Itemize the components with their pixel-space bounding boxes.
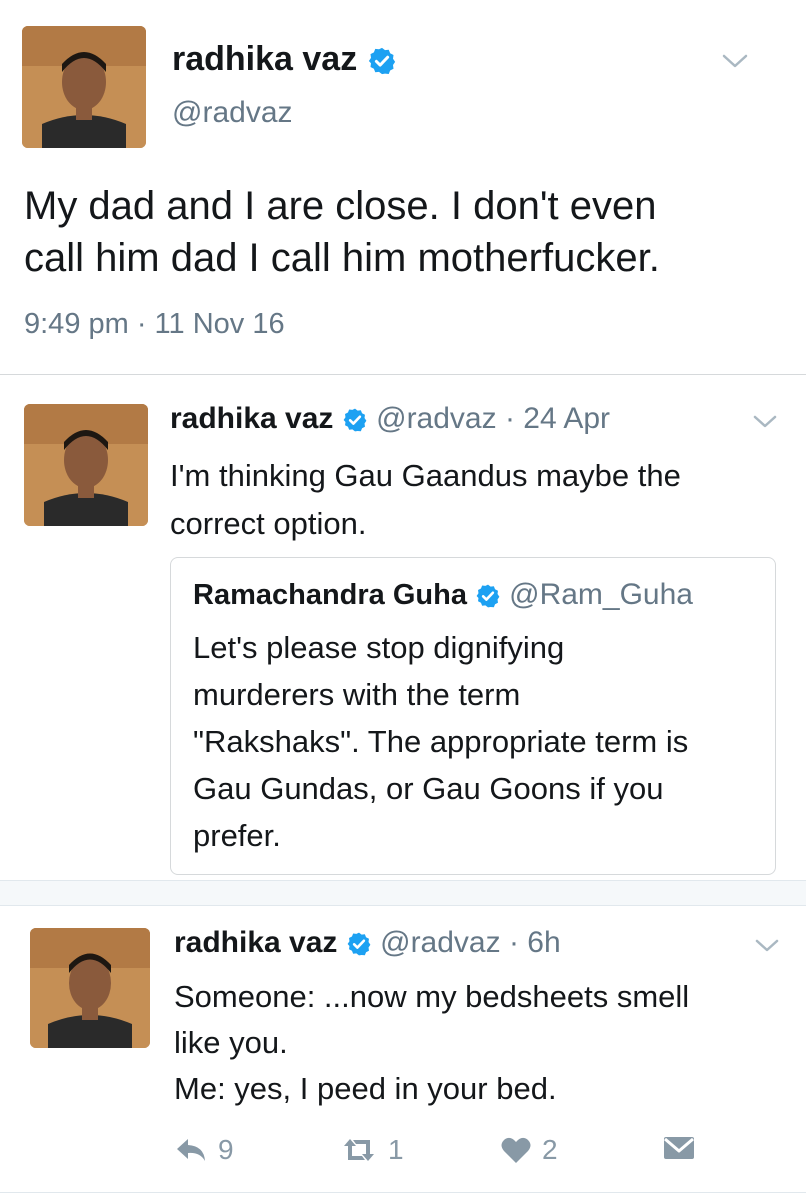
quoted-text-line: prefer. — [193, 818, 281, 853]
author-name[interactable]: radhika vaz — [170, 402, 333, 435]
tweet-text-line: Someone: ...now my bedsheets smell — [174, 979, 690, 1014]
chevron-down-icon[interactable] — [718, 50, 752, 72]
tweet-text-line: My dad and I are close. I don't even — [24, 184, 657, 228]
author-line: radhika vaz @radvaz · 24 Apr — [170, 402, 610, 436]
retweet-count: 1 — [388, 1134, 404, 1165]
tweet-text-line: I'm thinking Gau Gaandus maybe the — [170, 458, 681, 493]
tweet-timestamp[interactable]: 9:49 pm · 11 Nov 16 — [24, 308, 285, 341]
like-count: 2 — [542, 1134, 558, 1165]
tweet-text-line: Me: yes, I peed in your bed. — [174, 1071, 557, 1106]
envelope-icon — [664, 1137, 694, 1159]
verified-badge-icon — [476, 584, 500, 608]
avatar-photo — [30, 928, 150, 1048]
heart-icon — [501, 1137, 531, 1163]
verified-badge-icon — [343, 408, 367, 432]
tweet-time[interactable]: · 6h — [509, 926, 561, 959]
author-name[interactable]: radhika vaz — [174, 926, 337, 959]
quoted-text-line: Let's please stop dignifying — [193, 630, 565, 665]
reply-button[interactable]: 9 — [174, 1134, 234, 1166]
avatar[interactable] — [30, 928, 150, 1048]
verified-badge-icon — [368, 47, 395, 75]
quoted-author-name: Ramachandra Guha — [193, 579, 467, 611]
avatar[interactable] — [24, 404, 148, 526]
avatar-photo — [22, 26, 146, 148]
tweet-text: My dad and I are close. I don't even cal… — [24, 180, 794, 284]
reply-icon — [177, 1139, 205, 1161]
tweet-text: I'm thinking Gau Gaandus maybe the corre… — [170, 452, 780, 548]
direct-message-button[interactable] — [662, 1134, 696, 1162]
divider — [0, 374, 806, 375]
author-handle[interactable]: @radvaz — [376, 402, 497, 435]
avatar[interactable] — [22, 26, 146, 148]
author-line: radhika vaz @radvaz · 6h — [174, 926, 561, 960]
quoted-text-line: Gau Gundas, or Gau Goons if you — [193, 771, 664, 806]
section-separator — [0, 880, 806, 906]
reply-count: 9 — [218, 1134, 234, 1165]
divider — [0, 1192, 806, 1193]
retweet-icon — [344, 1139, 374, 1161]
quoted-text-line: murderers with the term — [193, 677, 521, 712]
like-button[interactable]: 2 — [500, 1134, 558, 1166]
tweet-text: Someone: ...now my bedsheets smell like … — [174, 974, 784, 1112]
avatar-photo — [24, 404, 148, 526]
author-name-text: radhika vaz — [172, 40, 358, 78]
chevron-down-icon[interactable] — [752, 936, 782, 956]
quoted-text-line: "Rakshaks". The appropriate term is — [193, 724, 689, 759]
tweet-text-line: like you. — [174, 1025, 288, 1060]
quoted-tweet-text: Let's please stop dignifying murderers w… — [193, 624, 763, 859]
author-handle[interactable]: @radvaz — [172, 96, 293, 130]
chevron-down-icon[interactable] — [750, 412, 780, 432]
author-handle[interactable]: @radvaz — [380, 926, 501, 959]
tweet-text-line: correct option. — [170, 506, 367, 541]
verified-badge-icon — [347, 932, 371, 956]
author-name[interactable]: radhika vaz — [172, 40, 397, 79]
tweet-text-line: call him dad I call him motherfucker. — [24, 236, 660, 280]
quoted-author-handle: @Ram_Guha — [509, 578, 693, 611]
tweet-time[interactable]: · 24 Apr — [505, 402, 610, 435]
quoted-author-line: Ramachandra Guha @Ram_Guha — [193, 578, 693, 612]
quoted-tweet[interactable]: Ramachandra Guha @Ram_Guha Let's please … — [170, 557, 776, 875]
tweet-actions: 9 1 2 — [174, 1134, 734, 1174]
retweet-button[interactable]: 1 — [340, 1134, 404, 1166]
